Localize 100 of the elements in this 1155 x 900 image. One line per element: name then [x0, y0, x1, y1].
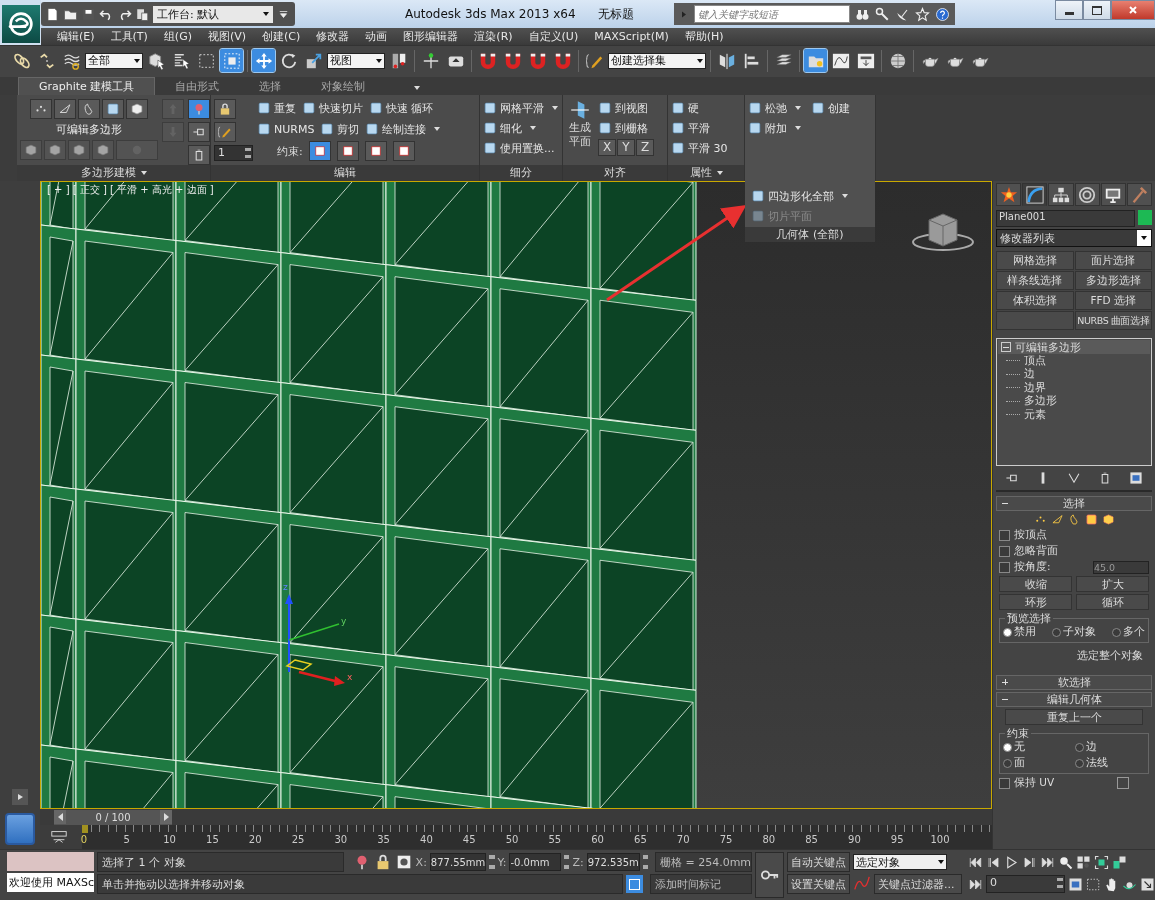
previous-frame-button[interactable] — [54, 810, 66, 824]
listener-output[interactable]: 欢迎使用 MAXSc — [7, 873, 95, 892]
ribbon-button[interactable]: 绘制连接 — [365, 120, 441, 138]
menu-item[interactable]: 帮助(H) — [676, 29, 732, 44]
stack-item[interactable]: 可编辑多边形 — [998, 340, 1150, 354]
ribbon-tab[interactable]: 选择 — [239, 78, 302, 95]
subobject-button[interactable] — [54, 99, 76, 119]
help-icon[interactable] — [934, 6, 950, 22]
expand-button[interactable] — [12, 789, 28, 805]
ribbon-tab[interactable]: 自由形式 — [155, 78, 240, 95]
ribbon-button[interactable]: 到栅格 — [598, 119, 654, 137]
key-icon[interactable] — [874, 6, 890, 22]
rollout-header[interactable]: 软选择 — [996, 675, 1152, 690]
subobject-button[interactable] — [126, 99, 148, 119]
viewport-label[interactable]: [ + ] [ 正交 ] [ 平滑 + 高光 + 边面 ] — [47, 184, 214, 195]
subobject-button[interactable] — [78, 99, 100, 119]
settings-button[interactable] — [1117, 777, 1129, 789]
close-button[interactable] — [1111, 0, 1155, 20]
radio-button[interactable] — [1003, 627, 1012, 637]
ribbon-button[interactable]: 细化 — [483, 119, 558, 137]
rollout-button[interactable]: 收缩 — [999, 576, 1072, 592]
toolbar-dropdown[interactable]: 视图 — [327, 52, 385, 69]
rollout-button[interactable]: 扩大 — [1076, 576, 1149, 592]
ribbon-button[interactable]: 快速 循环 — [369, 99, 434, 117]
coordinate-field[interactable]: 877.55mm — [429, 853, 487, 871]
menu-item[interactable]: 修改器 — [308, 29, 358, 44]
checkbox[interactable] — [999, 529, 1010, 541]
add-time-tag-button[interactable]: 添加时间标记 — [649, 874, 753, 894]
pin-button[interactable] — [188, 122, 210, 142]
generate-plane-button[interactable]: 生成平面 — [566, 99, 594, 165]
zoom-extents-icon[interactable] — [1094, 854, 1109, 870]
radio-option[interactable]: 多个 — [1112, 625, 1145, 639]
collapse-icon[interactable] — [1001, 342, 1011, 352]
set-key-text-button[interactable]: 设置关键点 — [787, 874, 850, 894]
menu-item[interactable]: 动画 — [357, 29, 396, 44]
radio-option[interactable]: 子对象 — [1052, 625, 1096, 639]
ribbon-button[interactable]: 到视图 — [598, 99, 654, 117]
ribbon-button[interactable]: 硬 — [671, 99, 728, 117]
current-frame-field[interactable]: 0 — [986, 875, 1065, 893]
toggle-button[interactable] — [188, 99, 210, 119]
angle-field[interactable]: 45.0 — [1093, 560, 1149, 574]
menu-item[interactable]: 组(G) — [155, 29, 200, 44]
ribbon-button[interactable]: 附加 — [748, 119, 801, 137]
radio-button[interactable] — [1003, 758, 1012, 768]
minimize-button[interactable] — [1055, 0, 1083, 20]
radio-button[interactable] — [1052, 627, 1061, 637]
menu-item[interactable]: 自定义(U) — [520, 29, 587, 44]
subobject-button[interactable] — [102, 99, 124, 119]
stack-subitem[interactable]: 边界 — [998, 381, 1150, 395]
lock-button[interactable] — [214, 99, 236, 119]
stack-subitem[interactable]: 顶点 — [998, 354, 1150, 368]
zoom-all-icon[interactable] — [1076, 854, 1091, 870]
key-filters-button[interactable]: 关键点过滤器... — [874, 874, 962, 894]
tool-button[interactable] — [188, 145, 210, 165]
menu-item[interactable]: 视图(V) — [199, 29, 255, 44]
track-bar-icon[interactable] — [50, 828, 68, 846]
ribbon-button[interactable]: 剪切 — [320, 120, 360, 138]
star-icon[interactable] — [914, 6, 930, 22]
ribbon-button[interactable]: 平滑 — [671, 119, 728, 137]
ribbon-button[interactable]: NURMS — [257, 120, 315, 138]
app-logo[interactable] — [2, 5, 40, 43]
zoom-icon[interactable] — [1058, 854, 1073, 870]
ribbon-button[interactable]: 松弛 — [748, 99, 801, 117]
spinner-field[interactable]: 1 — [214, 145, 253, 161]
next-frame-icon[interactable] — [1022, 854, 1037, 870]
checkbox[interactable] — [999, 561, 1010, 573]
constraint-button[interactable] — [364, 141, 387, 161]
spinner-arrows[interactable] — [642, 855, 648, 869]
region-zoom-icon[interactable] — [1086, 876, 1101, 892]
constraint-button[interactable] — [336, 141, 359, 161]
menu-item[interactable]: MAXScript(M) — [586, 30, 677, 43]
constraint-button[interactable] — [308, 141, 331, 161]
menu-item[interactable]: 工具(T) — [102, 29, 156, 44]
constraint-button[interactable] — [392, 141, 415, 161]
radio-button[interactable] — [1075, 758, 1084, 768]
modifier-list-dropdown[interactable]: 修改器列表 — [996, 229, 1152, 247]
command-panel-tab[interactable] — [1074, 183, 1100, 206]
ribbon-tab[interactable]: 对象绘制 — [301, 78, 386, 95]
axis-button[interactable]: Z — [636, 139, 654, 156]
ribbon-button[interactable]: 快速切片 — [302, 99, 363, 117]
coordinate-field[interactable]: -0.0mm — [509, 853, 562, 871]
rollout-header[interactable]: 编辑几何体 — [996, 692, 1152, 707]
mini-listener-button[interactable] — [5, 813, 35, 845]
spinner-arrows[interactable] — [564, 855, 570, 869]
modifier-button[interactable]: FFD 选择 — [1074, 291, 1152, 310]
coordinate-field[interactable]: 972.535m — [586, 853, 640, 871]
modifier-button[interactable]: 面片选择 — [1074, 251, 1152, 270]
project-folder-icon[interactable] — [135, 6, 150, 22]
ribbon-button[interactable]: 使用置换... — [483, 139, 558, 157]
command-panel-tab[interactable] — [996, 183, 1022, 206]
rollout-button[interactable]: 环形 — [999, 594, 1072, 610]
maximize-button[interactable] — [1083, 0, 1111, 20]
triangle-outline-icon[interactable] — [1050, 513, 1064, 526]
time-slider[interactable]: 0 / 100 — [54, 809, 172, 825]
stack-subitem[interactable]: 多边形 — [998, 394, 1150, 408]
menu-item[interactable]: 编辑(E) — [49, 29, 103, 44]
zoom-extents-all-icon[interactable] — [1112, 854, 1127, 870]
ribbon-tab[interactable]: Graphite 建模工具 — [18, 77, 156, 95]
listener-input[interactable] — [7, 852, 95, 871]
radio-option[interactable]: 无 — [1003, 740, 1073, 754]
